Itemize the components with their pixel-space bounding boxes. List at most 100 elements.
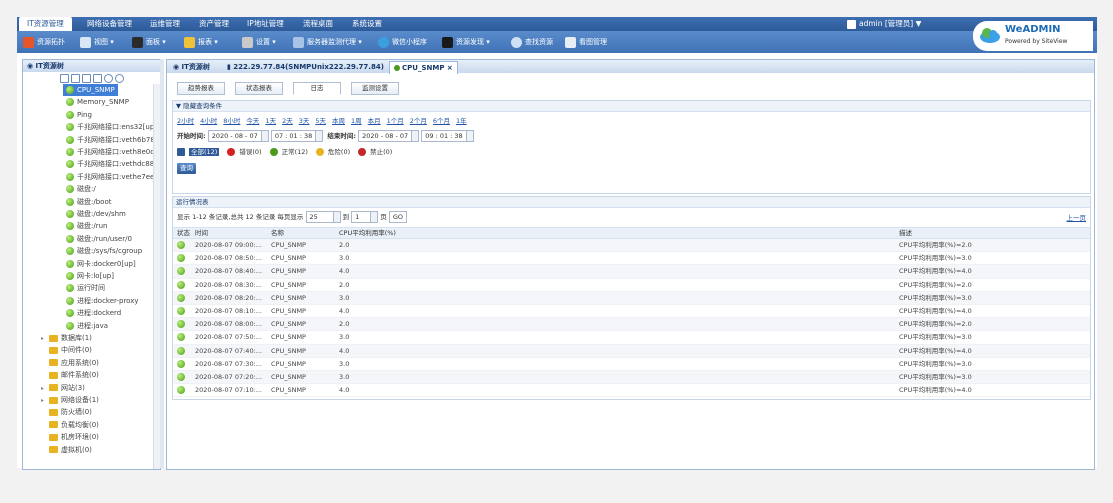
tab-cpu-snmp[interactable]: CPU_SNMP × [389,61,458,74]
table-row[interactable]: 2020-08-07 07:50:... CPU_SNMP 3.0 CPU平均利用率(… [173,331,1090,345]
page-size-dropdown[interactable] [333,211,341,223]
tree-monitor-item[interactable]: 进程:docker-proxy [66,295,139,307]
tree-monitor-item[interactable]: 磁盘:/ [66,183,96,195]
tree-monitor-item[interactable]: 千兆网络接口:ens32[up] [66,121,157,133]
table-row[interactable]: 2020-08-07 09:00:... CPU_SNMP 2.0 CPU平均利用率(… [173,239,1090,253]
quick-range-link[interactable]: 1年 [456,117,467,125]
subtab-log[interactable]: 日志 [293,82,341,95]
tree-group-item[interactable]: 邮件系统(0) [41,369,99,381]
quick-range-link[interactable]: 2天 [282,117,293,125]
status-filter[interactable]: 危险(0) [315,148,354,156]
refresh-icon[interactable] [103,74,113,83]
filter-icon[interactable] [81,74,91,83]
table-row[interactable]: 2020-08-07 07:10:... CPU_SNMP 4.0 CPU平均利用率(… [173,384,1090,398]
table-row[interactable]: 2020-08-07 07:20:... CPU_SNMP 3.0 CPU平均利用率(… [173,370,1090,385]
quick-range-link[interactable]: 2个月 [410,117,427,125]
quick-range-link[interactable]: 5天 [315,117,326,125]
search-icon[interactable] [92,74,102,83]
table-row[interactable]: 2020-08-07 07:40:... CPU_SNMP 4.0 CPU平均利用率(… [173,344,1090,358]
menu-network-devices[interactable]: 网络设备管理 [79,17,140,31]
tree-monitor-item[interactable]: 千兆网络接口:vethdc887 [66,158,159,170]
col-name[interactable]: 名称 [271,228,337,238]
tab-it-resource-tree[interactable]: ◉ IT资源树 [169,61,214,73]
tree-monitor-item[interactable]: Memory_SNMP [66,96,129,108]
start-date-input[interactable]: 2020 - 08 - 07 [207,130,262,142]
quick-range-link[interactable]: 6个月 [433,117,450,125]
tree-monitor-item[interactable]: 进程:dockerd [66,307,121,319]
toolbar-view[interactable]: 视图 ▾ [80,34,114,50]
prev-page-link[interactable]: 上一页 [1067,212,1087,222]
toolbar-wechat-app[interactable]: 微信小程序 [378,34,427,50]
toolbar-settings[interactable]: 设置 ▾ [242,34,276,50]
tree-group-item[interactable]: 负载均衡(0) [41,419,99,431]
toolbar-topology[interactable]: 资源拓扑 [23,34,65,50]
table-row[interactable]: 2020-08-07 07:30:... CPU_SNMP 3.0 CPU平均利用率(… [173,358,1090,371]
col-description[interactable]: 描述 [899,228,1089,238]
page-number-input[interactable]: 1 [351,211,372,223]
menu-it-resources[interactable]: IT资源管理 [19,17,72,31]
table-row[interactable]: 2020-08-07 08:10:... CPU_SNMP 4.0 CPU平均利用率(… [173,305,1090,319]
end-time-spinner[interactable] [466,130,474,142]
quick-range-link[interactable]: 本周 [332,117,345,125]
tree-group-item[interactable]: ▸ 网站(3) [41,382,85,394]
tree-monitor-item[interactable]: 磁盘:/sys/fs/cgroup [66,245,142,257]
tree-monitor-item[interactable]: Ping [66,109,92,121]
toolbar-server-agent[interactable]: 服务器监测代理 ▾ [293,34,362,50]
status-filter[interactable]: 全部(12) [177,148,223,156]
panel-splitter[interactable] [160,59,164,468]
chevron-right-icon[interactable]: ▸ [41,333,49,345]
tree-monitor-item[interactable]: 千兆网络接口:vethe7ee2 [66,171,159,183]
menu-assets[interactable]: 资产管理 [191,17,237,31]
chevron-right-icon[interactable]: ▸ [41,395,49,407]
tree-monitor-item[interactable]: CPU_SNMP [63,84,118,96]
page-number-spinner[interactable] [371,211,379,223]
quick-range-link[interactable]: 8小时 [223,117,240,125]
toolbar-reports[interactable]: 报表 ▾ [184,34,218,50]
tree-group-item[interactable]: ▸ 网络设备(1) [41,394,99,406]
status-filter[interactable]: 禁止(0) [358,148,396,156]
user-menu[interactable]: admin [管理员] ▼ [847,18,921,30]
tree-group-item[interactable]: 应用系统(0) [41,357,99,369]
tree-group-item[interactable]: 虚拟机(0) [41,444,92,456]
table-row[interactable]: 2020-08-07 08:00:... CPU_SNMP 2.0 CPU平均利用率(… [173,318,1090,332]
quick-range-link[interactable]: 1周 [351,117,362,125]
col-status[interactable]: 状态 [177,228,191,238]
toolbar-panel[interactable]: 面板 ▾ [132,34,166,50]
toolbar-search[interactable]: 查找资源 [511,34,553,50]
toolbar-discover[interactable]: 资源发现 ▾ [442,34,490,50]
tree-group-item[interactable]: 防火墙(0) [41,406,92,418]
tab-host[interactable]: ▮ 222.29.77.84(SNMPUnix222.29.77.84) [223,61,388,73]
tree-monitor-item[interactable]: 网卡:lo[up] [66,270,114,282]
table-row[interactable]: 2020-08-07 08:30:... CPU_SNMP 2.0 CPU平均利用率(… [173,279,1090,292]
chevron-right-icon[interactable]: ▸ [41,383,49,395]
toggle-query-conditions[interactable]: ▼ 隐藏查询条件 [173,101,1090,112]
status-filter[interactable]: 错误(0) [227,148,265,156]
quick-range-link[interactable]: 4小时 [200,117,217,125]
toolbar-image-manage[interactable]: 看图管理 [565,34,607,50]
quick-range-link[interactable]: 今天 [246,117,259,125]
tree-monitor-item[interactable]: 网卡:docker0[up] [66,258,136,270]
end-time-input[interactable]: 09 : 01 : 38 [421,130,467,142]
status-filter[interactable]: 正常(12) [269,148,312,156]
tree-monitor-item[interactable]: 磁盘:/dev/shm [66,208,126,220]
quick-range-link[interactable]: 本月 [368,117,381,125]
collapse-icon[interactable] [70,74,80,83]
end-date-spinner[interactable] [412,130,420,142]
table-row[interactable]: 2020-08-07 08:20:... CPU_SNMP 3.0 CPU平均利用率(… [173,291,1090,305]
page-size-select[interactable]: 25 [305,211,334,223]
subtab-status-report[interactable]: 状态报表 [235,82,283,95]
tree-monitor-item[interactable]: 运行时间 [66,282,105,294]
tree-group-item[interactable]: 中间件(0) [41,344,92,356]
start-time-input[interactable]: 07 : 01 : 38 [270,130,317,142]
table-row[interactable]: 2020-08-07 08:50:... CPU_SNMP 3.0 CPU平均利用率(… [173,252,1090,266]
quick-range-link[interactable]: 3天 [299,117,310,125]
start-time-spinner[interactable] [316,130,324,142]
menu-ip-management[interactable]: IP地址管理 [239,17,292,31]
tree-group-item[interactable]: ▸ 数据库(1) [41,332,92,344]
tree-scrollbar[interactable] [153,84,160,469]
expand-icon[interactable] [59,74,69,83]
go-button[interactable]: GO [388,211,407,223]
tree-group-item[interactable]: 机房环境(0) [41,431,99,443]
tree-monitor-item[interactable]: 千兆网络接口:veth8e0d [66,146,155,158]
query-button[interactable]: 查询 [177,163,196,174]
